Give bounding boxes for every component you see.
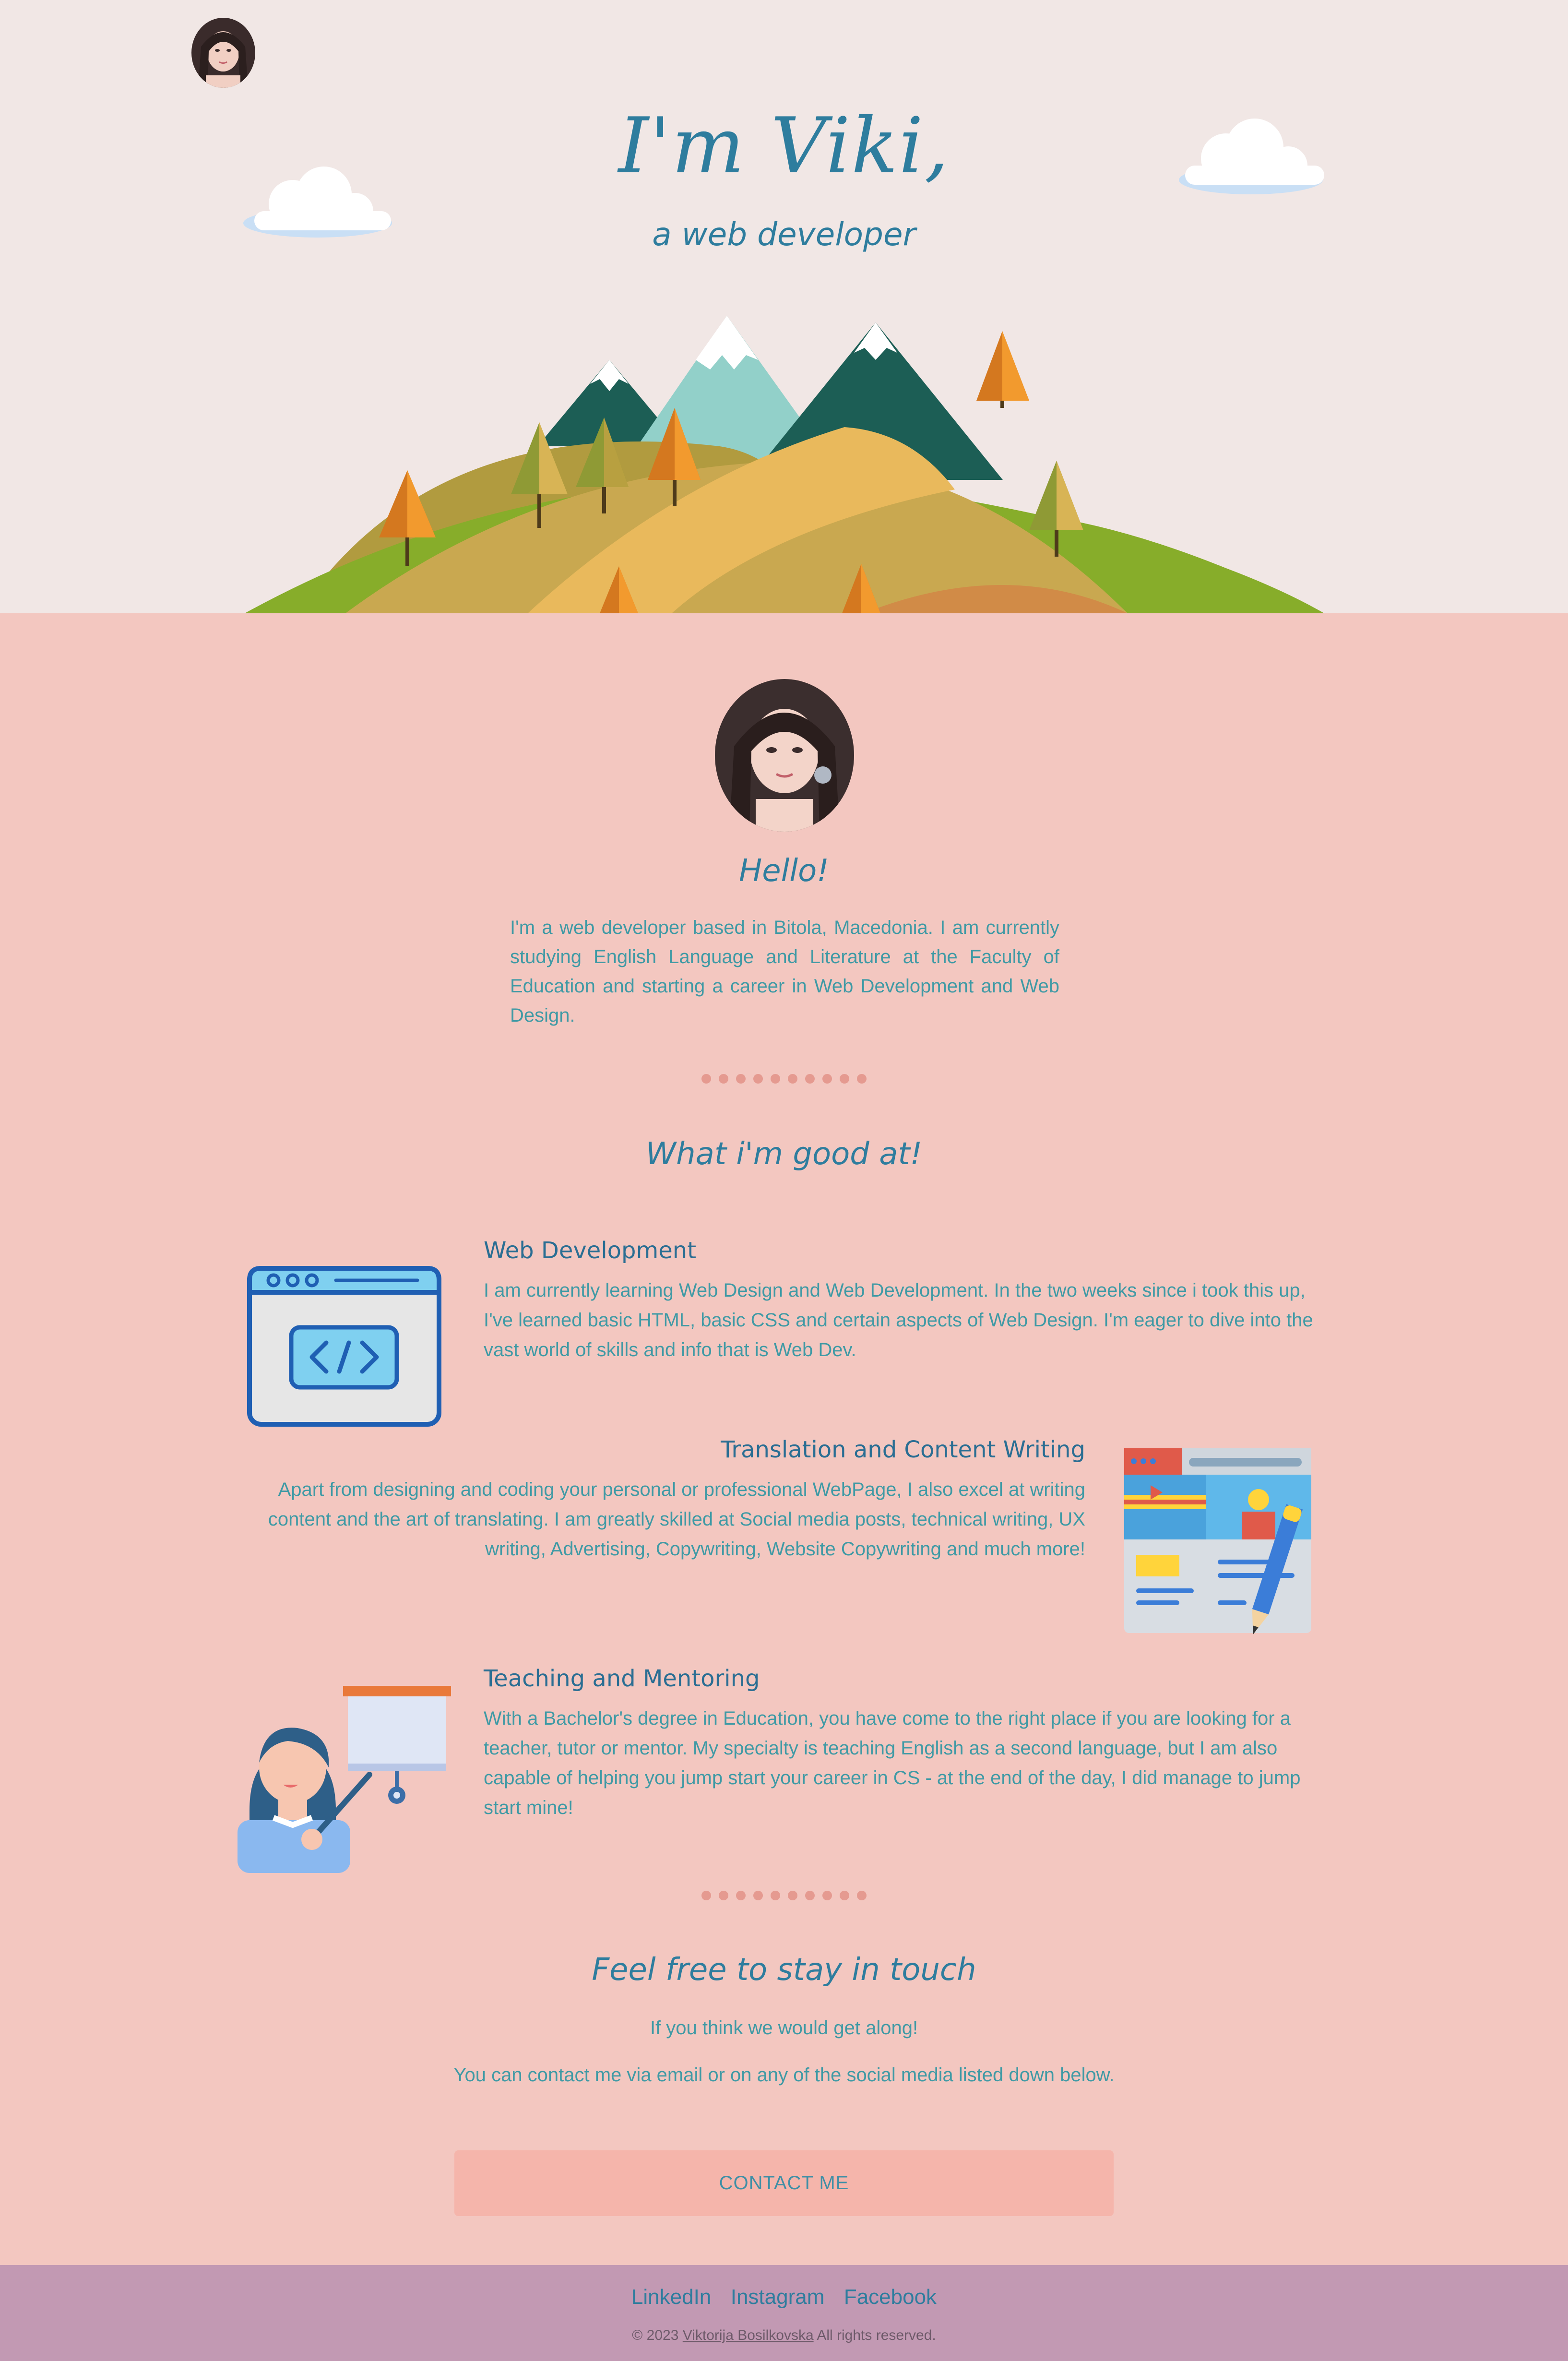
main-content: Hello! I'm a web developer based in Bito…	[0, 613, 1568, 2265]
instagram-link[interactable]: Instagram	[731, 2285, 825, 2309]
code-window-icon	[247, 1266, 441, 1427]
dot-divider	[0, 1891, 1568, 1903]
contact-line-1: If you think we would get along!	[650, 2017, 918, 2039]
skill-text-web-development: I am currently learning Web Design and W…	[484, 1280, 1313, 1360]
linkedin-link[interactable]: LinkedIn	[631, 2285, 711, 2309]
mountain-landscape-illustration	[245, 316, 1324, 613]
contact-me-button[interactable]: CONTACT ME	[454, 2150, 1114, 2216]
avatar[interactable]	[191, 18, 255, 88]
skill-title-teaching: Teaching and Mentoring	[484, 1665, 760, 1692]
facebook-link[interactable]: Facebook	[844, 2285, 937, 2309]
copyright: © 2023 Viktorija Bosilkovska All rights …	[0, 2327, 1568, 2344]
copyright-prefix: © 2023	[632, 2327, 679, 2343]
footer: LinkedIn Instagram Facebook © 2023 Vikto…	[0, 2265, 1568, 2361]
about-text: I'm a web developer based in Bitola, Mac…	[510, 917, 1059, 1026]
skill-text-teaching: With a Bachelor's degree in Education, y…	[484, 1708, 1301, 1818]
skill-text-translation: Apart from designing and coding your per…	[268, 1479, 1085, 1560]
cloud-right	[1179, 119, 1324, 194]
profile-photo	[715, 679, 854, 832]
skill-title-web-development: Web Development	[484, 1237, 697, 1264]
cloud-left	[243, 167, 392, 238]
copyright-suffix: All rights reserved.	[817, 2327, 936, 2343]
dot-divider	[0, 1074, 1568, 1086]
skills-heading: What i'm good at!	[645, 1136, 923, 1172]
teacher-icon	[238, 1686, 451, 1873]
hero-title: I'm Viki,	[618, 101, 950, 191]
hero-section: I'm Viki, a web developer	[0, 0, 1568, 613]
content-writing-icon	[1124, 1448, 1311, 1635]
contact-heading: Feel free to stay in touch	[592, 1952, 976, 1988]
about-heading: Hello!	[739, 853, 829, 889]
social-links: LinkedIn Instagram Facebook	[0, 2285, 1568, 2309]
skill-title-translation: Translation and Content Writing	[721, 1436, 1085, 1463]
contact-line-2: You can contact me via email or on any o…	[453, 2064, 1115, 2086]
hero-subtitle: a web developer	[652, 216, 916, 253]
author-link[interactable]: Viktorija Bosilkovska	[683, 2327, 814, 2343]
